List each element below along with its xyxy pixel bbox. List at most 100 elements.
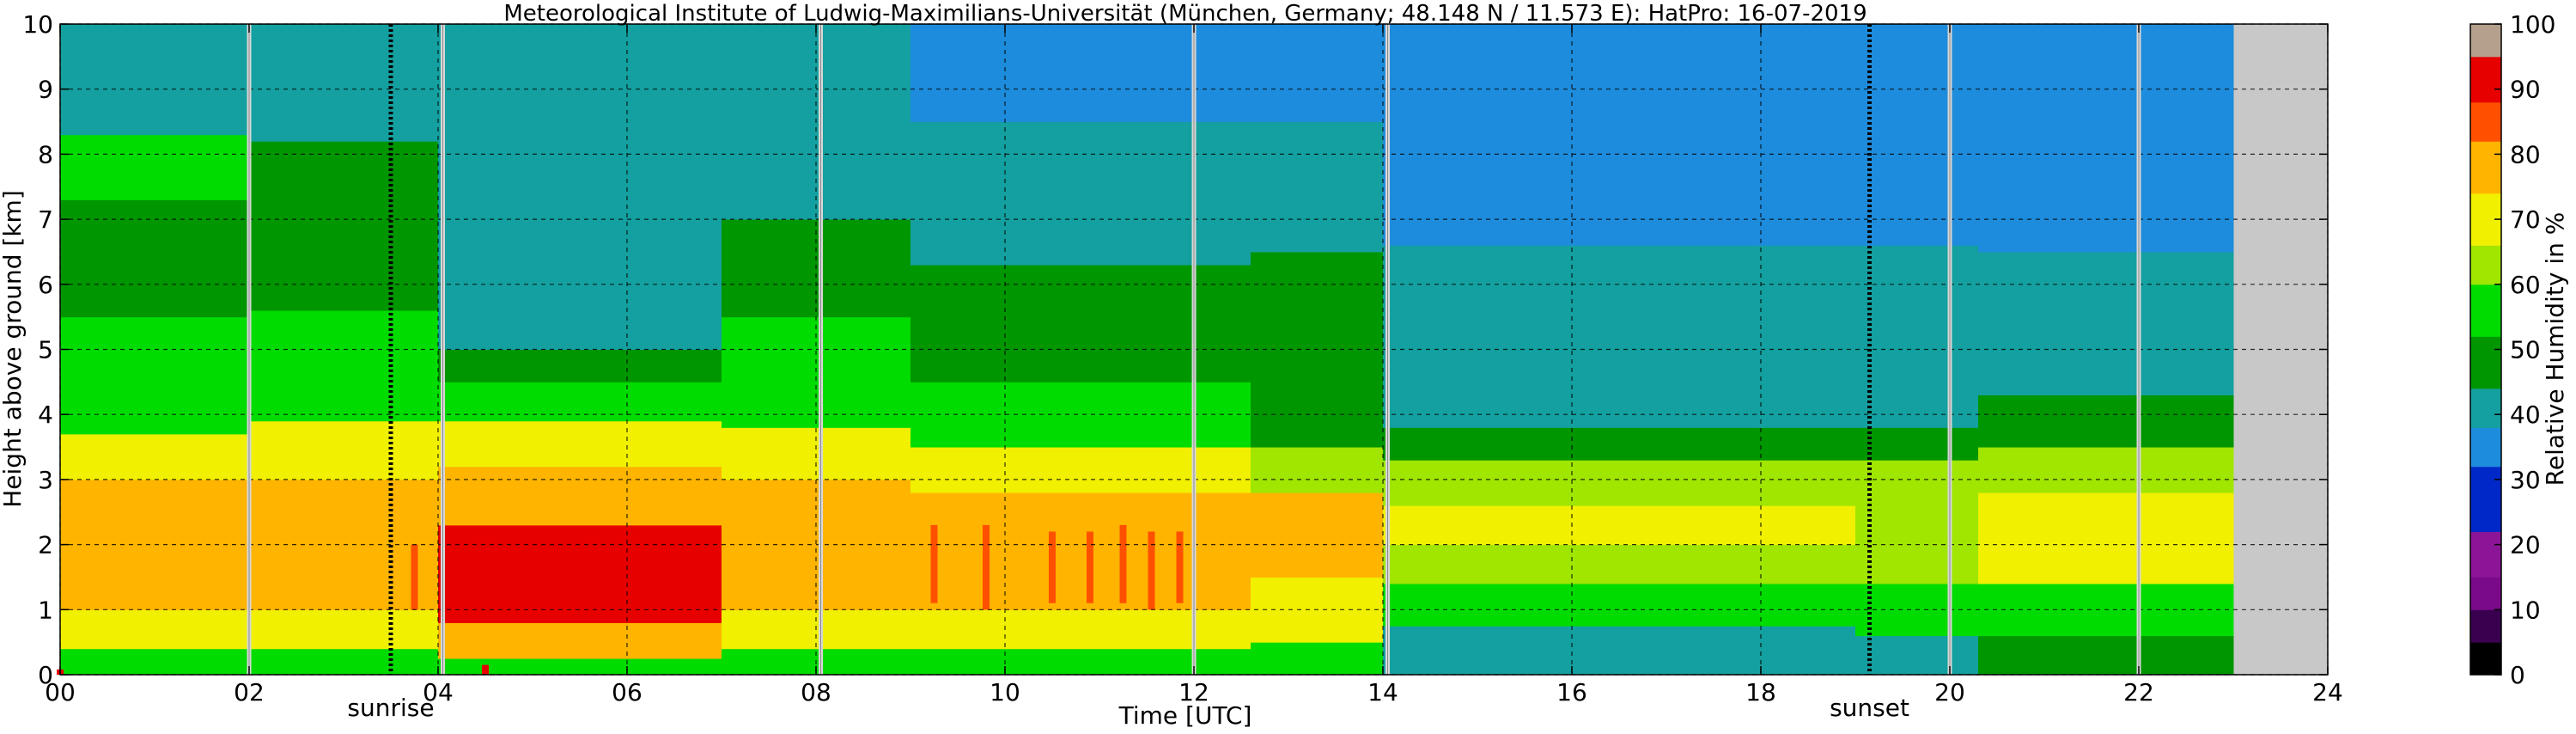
heat-cell-0-7 xyxy=(60,24,250,136)
colorbar-segment-0 xyxy=(2470,642,2501,676)
colorbar-tick-label-100: 100 xyxy=(2510,10,2555,39)
heat-cell-4-2 xyxy=(910,492,1251,610)
heat-cell-7-3 xyxy=(1855,460,1979,506)
heat-cell-5-7 xyxy=(1251,24,1384,123)
heat-cell-7-6 xyxy=(1855,24,1979,246)
heat-cell-8-3 xyxy=(1978,447,2234,493)
heat-cell-8-4 xyxy=(1978,395,2234,448)
x-tick-label-02: 02 xyxy=(234,678,265,706)
heat-cell-0-1 xyxy=(60,609,250,650)
colorbar-segment-9 xyxy=(2470,245,2501,285)
heat-cell-6-1 xyxy=(1383,584,1856,627)
chart-svg: 00 02 04 06 08 10 12 14 16 18 20 22 24012345678910su… xyxy=(0,1,2569,730)
colorbar-segment-3 xyxy=(2470,531,2501,578)
heat-cell-4-3 xyxy=(910,447,1251,493)
heat-streak-4 xyxy=(1119,524,1127,603)
chart-title: Meteorological Institute of Ludwig-Maxim… xyxy=(503,1,1867,27)
heat-cell-1-6 xyxy=(249,141,439,181)
heat-cell-2-3 xyxy=(438,466,722,526)
y-tick-label-4: 4 xyxy=(38,401,53,429)
x-tick-label-18: 18 xyxy=(1745,678,1776,706)
colorbar-tick-label-70: 70 xyxy=(2510,205,2541,234)
y-tick-label-3: 3 xyxy=(38,466,53,494)
x-tick-label-20: 20 xyxy=(1934,678,1965,706)
colorbar-segment-6 xyxy=(2470,388,2501,428)
x-axis-label: Time [UTC] xyxy=(1118,701,1252,730)
y-axis-label: Height above ground [km] xyxy=(0,190,27,508)
x-tick-label-22: 22 xyxy=(2123,678,2154,706)
heat-cell-5-2 xyxy=(1251,492,1384,578)
colorbar-tick-label-60: 60 xyxy=(2510,271,2541,299)
colorbar-tick-label-0: 0 xyxy=(2510,661,2525,689)
heat-cell-5-0 xyxy=(1251,642,1384,676)
heat-cell-0-4 xyxy=(60,316,250,435)
heat-streak-6 xyxy=(1176,531,1184,603)
y-tick-label-6: 6 xyxy=(38,271,53,299)
colorbar-tick-label-90: 90 xyxy=(2510,76,2541,104)
x-tick-label-24: 24 xyxy=(2312,678,2343,706)
heat-cell-0-6 xyxy=(60,134,250,200)
colorbar-segment-7 xyxy=(2470,336,2501,389)
heat-cell-1-4 xyxy=(249,310,439,422)
heat-cell-4-5 xyxy=(910,265,1251,382)
heat-cell-8-6 xyxy=(1978,24,2234,253)
colorbar-tick-label-10: 10 xyxy=(2510,596,2541,624)
heat-cell-5-6 xyxy=(1251,121,1384,253)
heat-cell-1-1 xyxy=(249,609,439,650)
y-tick-label-0: 0 xyxy=(38,661,53,689)
colorbar-segment-14 xyxy=(2470,24,2501,58)
x-tick-label-10: 10 xyxy=(990,678,1020,706)
heat-cell-4-0 xyxy=(910,648,1251,676)
heat-cell-6-5 xyxy=(1383,427,1856,461)
heat-cell-5-4 xyxy=(1251,362,1384,448)
heat-cell-8-5 xyxy=(1978,251,2234,395)
colorbar-segment-13 xyxy=(2470,56,2501,103)
colorbar-tick-label-80: 80 xyxy=(2510,140,2541,168)
heat-cell-0-0 xyxy=(60,648,250,676)
heat-streak-1 xyxy=(983,524,990,610)
heat-cell-6-7 xyxy=(1383,24,1856,246)
heat-streak-0 xyxy=(930,524,938,603)
heat-cell-2-6 xyxy=(438,349,722,382)
heat-cell-5-5 xyxy=(1251,251,1384,364)
heat-cell-4-1 xyxy=(910,609,1251,650)
heat-cell-8-2 xyxy=(1978,492,2234,584)
y-tick-label-8: 8 xyxy=(38,140,53,168)
annotation-sunset: sunset xyxy=(1830,694,1909,722)
colorbar-tick-label-20: 20 xyxy=(2510,531,2541,560)
heat-cell-6-3 xyxy=(1383,505,1856,546)
y-tick-label-7: 7 xyxy=(38,205,53,234)
heat-streak-3 xyxy=(1087,531,1093,603)
heat-streak-5 xyxy=(1148,531,1155,610)
colorbar-segment-1 xyxy=(2470,609,2501,643)
heat-cell-5-3 xyxy=(1251,447,1384,493)
heat-cell-1-7 xyxy=(249,24,439,142)
heat-cell-7-4 xyxy=(1855,427,1979,461)
colorbar-segment-5 xyxy=(2470,427,2501,468)
colorbar-tick-label-40: 40 xyxy=(2510,401,2541,429)
heat-cell-1-0 xyxy=(249,648,439,676)
x-tick-label-16: 16 xyxy=(1556,678,1587,706)
heat-cell-6-4 xyxy=(1383,460,1856,506)
heat-cell-4-4 xyxy=(910,382,1251,448)
colorbar-segment-11 xyxy=(2470,141,2501,194)
y-tick-label-5: 5 xyxy=(38,336,53,364)
y-tick-label-1: 1 xyxy=(38,596,53,624)
x-tick-label-06: 06 xyxy=(612,678,642,706)
heat-cell-0-3 xyxy=(60,433,250,480)
heat-cell-2-4 xyxy=(438,420,722,468)
heat-cell-8-0 xyxy=(1978,635,2234,676)
colorbar-segment-4 xyxy=(2470,466,2501,532)
colorbar-tick-label-30: 30 xyxy=(2510,466,2541,494)
heat-cell-7-5 xyxy=(1855,245,1979,428)
colorbar-tick-label-50: 50 xyxy=(2510,336,2541,364)
heat-cell-6-2 xyxy=(1383,544,1856,584)
y-tick-label-10: 10 xyxy=(22,10,53,39)
heat-cell-4-6 xyxy=(910,121,1251,266)
heat-cell-7-0 xyxy=(1855,635,1979,676)
heat-streak-2 xyxy=(1049,531,1056,603)
heat-cell-2-7 xyxy=(438,24,722,350)
x-tick-label-14: 14 xyxy=(1367,678,1398,706)
x-tick-label-08: 08 xyxy=(801,678,831,706)
colorbar-segment-8 xyxy=(2470,284,2501,337)
